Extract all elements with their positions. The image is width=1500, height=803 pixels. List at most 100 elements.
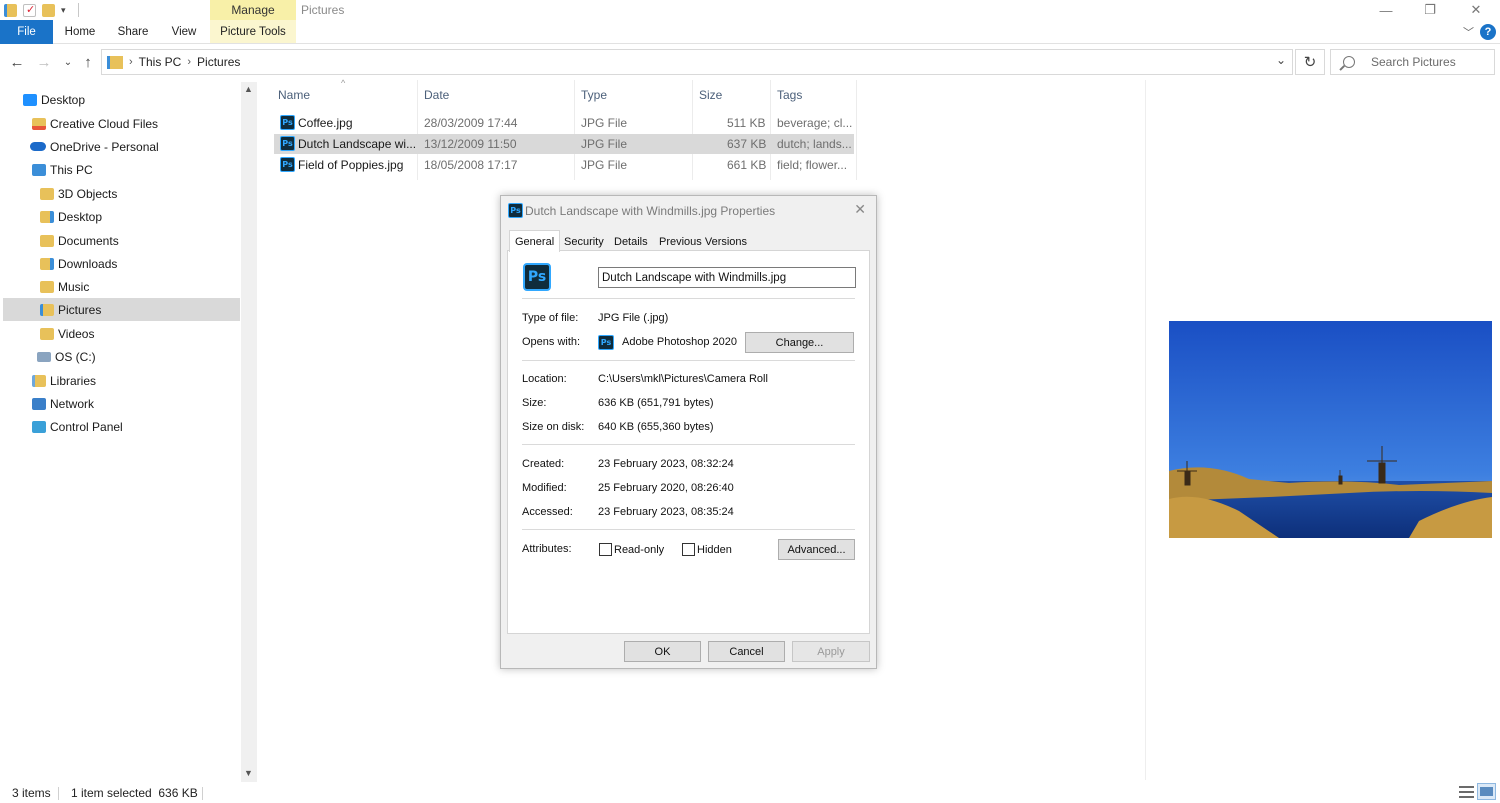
nav-item-label: Libraries	[50, 373, 97, 388]
recent-locations-icon[interactable]: ⌄	[58, 52, 78, 72]
folder-icon	[40, 257, 54, 270]
nav-item-documents[interactable]: Documents	[3, 229, 240, 252]
divider	[58, 787, 59, 800]
nav-item-label: OS (C:)	[55, 349, 96, 364]
column-header-tags[interactable]: Tags	[777, 85, 802, 105]
tab-picture-tools[interactable]: Picture Tools	[210, 20, 296, 44]
nav-item-libraries[interactable]: Libraries	[3, 369, 240, 392]
photoshop-icon: Ps	[508, 203, 523, 218]
readonly-label[interactable]: Read-only	[614, 544, 664, 556]
tab-security[interactable]: Security	[559, 232, 609, 251]
refresh-icon[interactable]: ↻	[1295, 49, 1325, 75]
breadcrumb-pictures[interactable]: Pictures	[197, 55, 240, 69]
tab-general[interactable]: General	[509, 230, 561, 252]
advanced-button[interactable]: Advanced...	[778, 539, 855, 560]
back-arrow-icon[interactable]: ←	[7, 52, 27, 72]
modified-label: Modified:	[522, 482, 567, 494]
chevron-down-icon[interactable]: ﹀	[1463, 24, 1474, 40]
tab-previous-versions[interactable]: Previous Versions	[654, 232, 752, 251]
new-folder-icon[interactable]	[42, 3, 55, 17]
nav-item-onedrive[interactable]: OneDrive - Personal	[3, 135, 240, 158]
chevron-down-icon[interactable]: ⌄	[1276, 53, 1286, 67]
nav-item-downloads[interactable]: Downloads	[3, 252, 240, 275]
breadcrumb-separator: ›	[187, 56, 192, 68]
divider	[77, 3, 79, 17]
nav-item-pictures[interactable]: Pictures	[3, 298, 240, 321]
location-label: Location:	[522, 373, 567, 385]
divider	[522, 360, 855, 361]
column-header-date[interactable]: Date	[424, 85, 449, 105]
folder-icon	[40, 234, 54, 247]
navpane-scrollbar[interactable]: ▲ ▼	[241, 82, 257, 782]
file-name[interactable]: Coffee.jpg	[298, 116, 353, 130]
desktop-icon	[23, 93, 37, 106]
ok-button[interactable]: OK	[624, 641, 701, 662]
customize-qat-icon[interactable]: ▾	[61, 5, 66, 16]
hidden-checkbox[interactable]	[682, 543, 695, 556]
location-value: C:\Users\mkl\Pictures\Camera Roll	[598, 373, 768, 385]
image-preview	[1169, 321, 1492, 538]
help-icon[interactable]: ?	[1480, 24, 1496, 40]
table-row[interactable]: Ps Coffee.jpg 28/03/2009 17:44 JPG File …	[274, 113, 854, 133]
tab-manage[interactable]: Manage	[210, 0, 296, 20]
close-icon[interactable]: ✕	[854, 201, 866, 218]
nav-item-desktop-folder[interactable]: Desktop	[3, 205, 240, 228]
file-name[interactable]: Dutch Landscape wi...	[298, 137, 416, 151]
preview-pane-divider[interactable]	[1145, 80, 1146, 780]
photoshop-file-icon: Ps	[280, 136, 295, 151]
folder-icon	[40, 303, 54, 316]
forward-arrow-icon[interactable]: →	[34, 52, 54, 72]
breadcrumb-this-pc[interactable]: This PC	[139, 55, 182, 69]
nav-item-network[interactable]: Network	[3, 392, 240, 415]
libraries-icon	[32, 374, 46, 387]
minimize-icon[interactable]: —	[1364, 0, 1408, 20]
column-divider[interactable]	[856, 80, 857, 180]
nav-item-desktop[interactable]: Desktop	[3, 88, 240, 111]
hidden-label[interactable]: Hidden	[697, 544, 732, 556]
address-bar[interactable]: › This PC › Pictures ⌄	[101, 49, 1293, 75]
cancel-button[interactable]: Cancel	[708, 641, 785, 662]
apply-button[interactable]: Apply	[792, 641, 870, 662]
folder-icon[interactable]	[4, 3, 17, 17]
table-row[interactable]: Ps Dutch Landscape wi... 13/12/2009 11:5…	[274, 134, 854, 154]
restore-icon[interactable]: ❐	[1408, 0, 1452, 20]
search-input[interactable]	[1369, 54, 1489, 70]
tab-file[interactable]: File	[0, 20, 53, 44]
tab-details[interactable]: Details	[609, 232, 653, 251]
search-box[interactable]	[1330, 49, 1495, 75]
folder-icon	[40, 280, 54, 293]
details-view-icon[interactable]	[1459, 785, 1474, 799]
column-header-name[interactable]: Name	[278, 85, 310, 105]
nav-item-control-panel[interactable]: Control Panel	[3, 415, 240, 438]
nav-item-label: Music	[58, 279, 90, 294]
file-name[interactable]: Field of Poppies.jpg	[298, 158, 403, 172]
navigation-pane: Desktop Creative Cloud Files OneDrive - …	[0, 82, 258, 782]
nav-item-creative-cloud[interactable]: Creative Cloud Files	[3, 112, 240, 135]
sort-ascending-icon: ^	[341, 78, 346, 88]
scroll-down-icon[interactable]: ▼	[244, 768, 253, 778]
scroll-up-icon[interactable]: ▲	[244, 84, 253, 94]
size-label: Size:	[522, 397, 547, 409]
filename-field[interactable]	[598, 267, 856, 288]
nav-item-this-pc[interactable]: This PC	[3, 158, 240, 181]
readonly-checkbox[interactable]	[599, 543, 612, 556]
tab-share[interactable]: Share	[113, 20, 153, 44]
tab-home[interactable]: Home	[60, 20, 100, 44]
change-button[interactable]: Change...	[745, 332, 854, 353]
general-tab-panel	[507, 250, 870, 634]
nav-item-videos[interactable]: Videos	[3, 322, 240, 345]
close-icon[interactable]: ✕	[1454, 0, 1498, 20]
nav-item-os-c[interactable]: OS (C:)	[3, 345, 240, 368]
table-row[interactable]: Ps Field of Poppies.jpg 18/05/2008 17:17…	[274, 155, 854, 175]
nav-item-label: Pictures	[58, 302, 102, 317]
tab-view[interactable]: View	[166, 20, 202, 44]
column-header-type[interactable]: Type	[581, 85, 607, 105]
nav-item-3d-objects[interactable]: 3D Objects	[3, 182, 240, 205]
large-icons-view-icon[interactable]	[1477, 783, 1496, 800]
properties-icon[interactable]: ✓	[23, 3, 36, 17]
nav-item-music[interactable]: Music	[3, 275, 240, 298]
up-arrow-icon[interactable]: ↑	[78, 52, 98, 72]
column-header-size[interactable]: Size	[699, 85, 722, 105]
search-icon	[1343, 56, 1355, 68]
attributes-label: Attributes:	[522, 543, 572, 555]
